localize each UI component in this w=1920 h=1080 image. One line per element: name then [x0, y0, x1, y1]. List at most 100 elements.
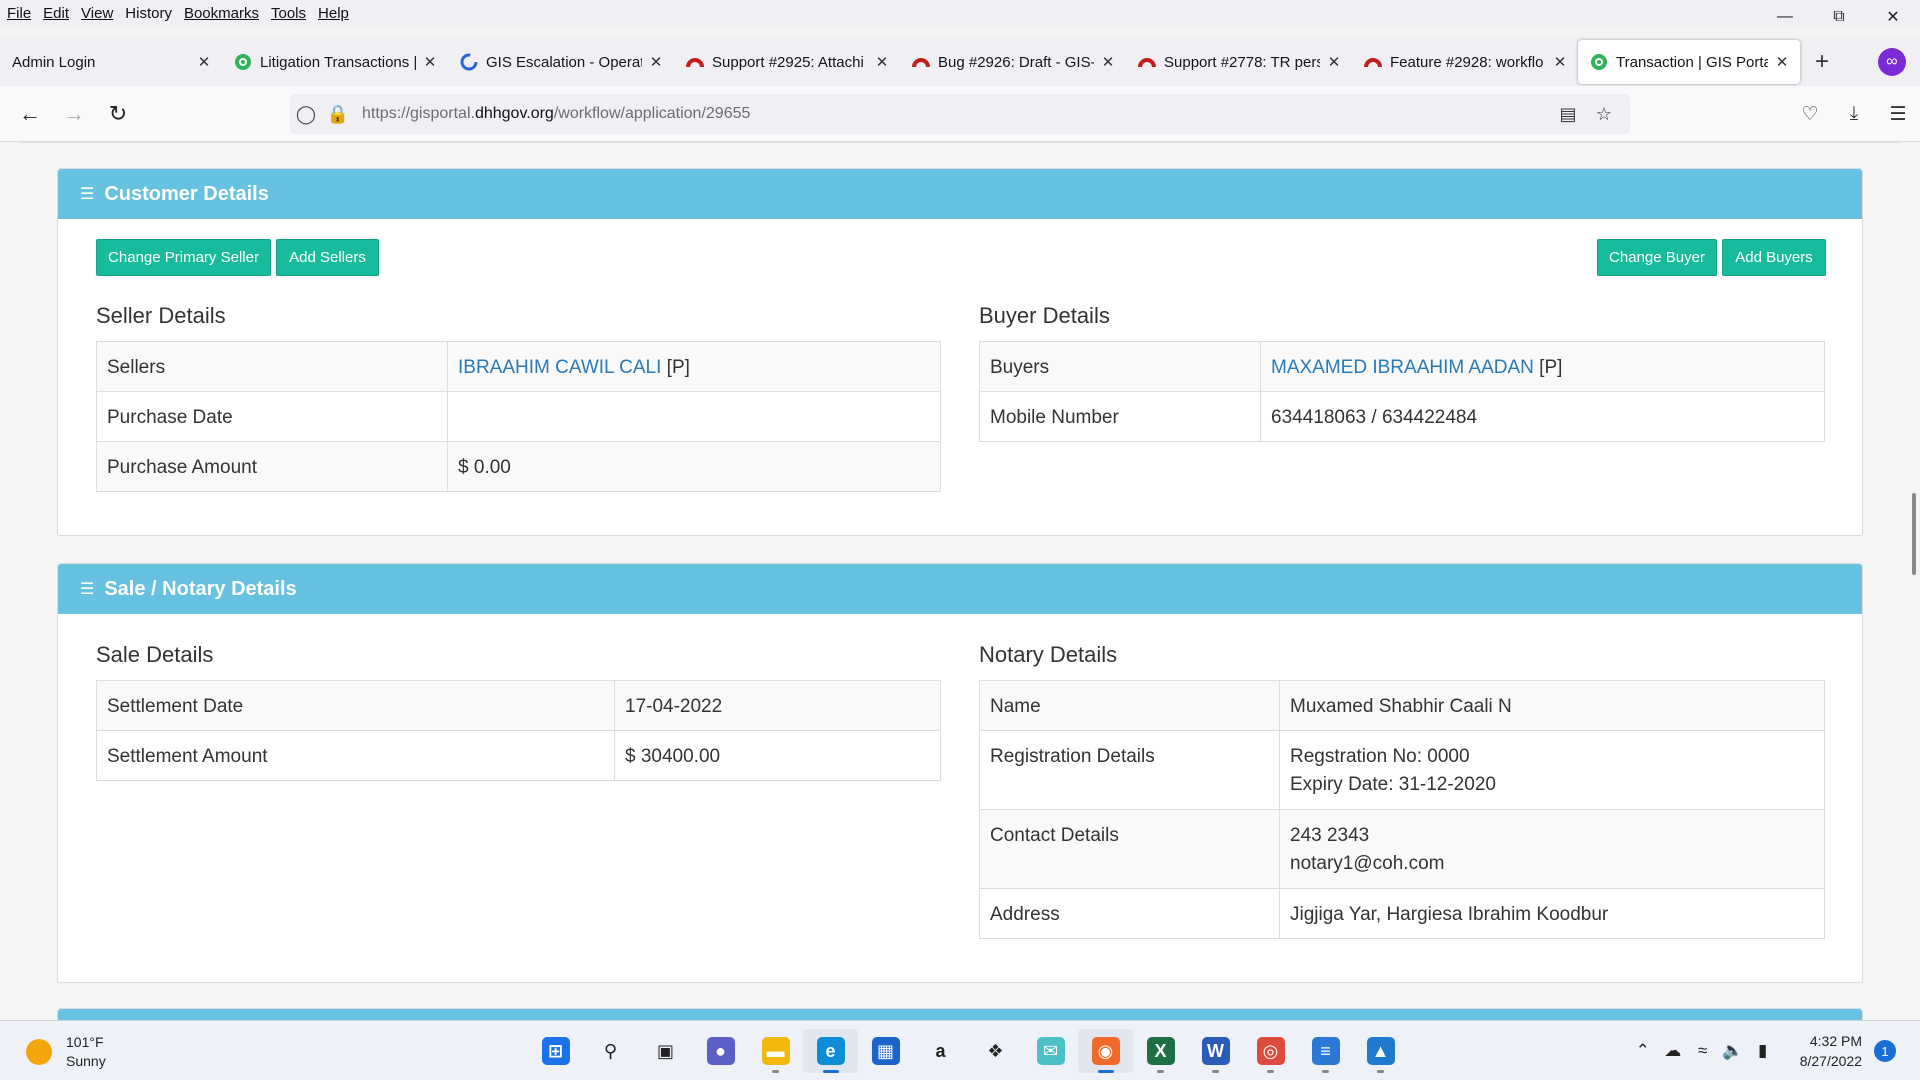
running-indicator: [822, 1070, 839, 1073]
close-tab-icon[interactable]: ✕: [194, 53, 214, 71]
taskbar-app-file-explorer[interactable]: ▬: [748, 1029, 803, 1073]
restore-icon[interactable]: ⧉: [1812, 0, 1866, 34]
add-buyers-button[interactable]: Add Buyers: [1722, 239, 1826, 276]
row-value: $ 0.00: [447, 441, 941, 492]
close-tab-icon[interactable]: ✕: [646, 53, 666, 71]
tab-litigation-transactions[interactable]: Litigation Transactions | ✕: [222, 40, 448, 84]
row-value: 243 2343 notary1@coh.com: [1279, 809, 1825, 889]
weather-widget[interactable]: 101°F Sunny: [26, 1033, 106, 1071]
table-row: Settlement Date 17-04-2022: [96, 680, 941, 731]
taskbar-app-dropbox[interactable]: ❖: [968, 1029, 1023, 1073]
seller-details-title: Seller Details: [96, 303, 226, 328]
lock-icon[interactable]: 🔒: [322, 104, 354, 125]
forward-icon[interactable]: →: [52, 94, 96, 134]
reader-view-icon[interactable]: ▤: [1550, 104, 1586, 125]
close-tab-icon[interactable]: ✕: [1772, 53, 1792, 71]
close-tab-icon[interactable]: ✕: [872, 53, 892, 71]
tab-support-2778[interactable]: Support #2778: TR pers ✕: [1126, 40, 1352, 84]
taskbar-app-search[interactable]: ⚲: [583, 1029, 638, 1073]
battery-icon[interactable]: ▮: [1748, 1041, 1778, 1061]
menu-edit[interactable]: Edit: [37, 5, 75, 22]
taskbar-app-task-view[interactable]: ▣: [638, 1029, 693, 1073]
minimize-icon[interactable]: —: [1758, 0, 1812, 34]
add-sellers-button[interactable]: Add Sellers: [276, 239, 379, 276]
tab-label: Litigation Transactions |: [260, 53, 416, 71]
change-buyer-button[interactable]: Change Buyer: [1597, 239, 1717, 276]
menu-tools[interactable]: Tools: [265, 5, 312, 22]
shield-icon[interactable]: ◯: [290, 104, 322, 125]
close-tab-icon[interactable]: ✕: [1098, 53, 1118, 71]
table-row: Mobile Number 634418063 / 634422484: [979, 391, 1825, 442]
table-row: Contact Details 243 2343 notary1@coh.com: [979, 809, 1825, 889]
panel-title: Sale / Notary Details: [104, 577, 297, 600]
scrollbar-thumb[interactable]: [1912, 493, 1916, 575]
tab-gis-escalation[interactable]: GIS Escalation - Operat ✕: [448, 40, 674, 84]
redmine-icon: [912, 58, 930, 68]
download-icon[interactable]: ⤓: [1832, 94, 1876, 134]
tab-admin-login[interactable]: Admin Login ✕: [0, 40, 222, 84]
notification-badge[interactable]: 1: [1874, 1040, 1896, 1062]
close-tab-icon[interactable]: ✕: [1324, 53, 1344, 71]
row-value: [447, 391, 941, 442]
url-bar[interactable]: ◯ 🔒 https://gisportal.dhhgov.org/workflo…: [290, 94, 1630, 134]
buyer-link[interactable]: MAXAMED IBRAAHIM AADAN: [1271, 357, 1534, 378]
hamburger-menu-icon[interactable]: ☰: [1876, 94, 1920, 134]
pocket-icon[interactable]: ♡: [1788, 94, 1832, 134]
onedrive-cloud-icon[interactable]: ☁: [1658, 1041, 1688, 1061]
taskbar-app-photos[interactable]: ▲: [1353, 1029, 1408, 1073]
close-tab-icon[interactable]: ✕: [1550, 53, 1570, 71]
tab-bug-2926[interactable]: Bug #2926: Draft - GIS- ✕: [900, 40, 1126, 84]
taskbar-app-store[interactable]: ▦: [858, 1029, 913, 1073]
tab-feature-2928[interactable]: Feature #2928: workflo ✕: [1352, 40, 1578, 84]
row-value: $ 30400.00: [614, 730, 941, 781]
start-icon: ⊞: [541, 1037, 570, 1065]
taskbar-app-firefox[interactable]: ◉: [1078, 1029, 1133, 1073]
notepad-icon: ≡: [1311, 1037, 1340, 1065]
close-tab-icon[interactable]: ✕: [420, 53, 440, 71]
taskbar-app-chrome[interactable]: ◎: [1243, 1029, 1298, 1073]
taskbar-apps: ⊞ ⚲ ▣ ● ▬ e ▦ a ❖ ✉ ◉ X W ◎ ≡ ▲: [528, 1029, 1408, 1073]
customer-details-header: ☰ Customer Details: [58, 169, 1862, 219]
taskbar-app-amazon[interactable]: a: [913, 1029, 968, 1073]
taskbar-app-teams-chat[interactable]: ●: [693, 1029, 748, 1073]
tab-label: GIS Escalation - Operat: [486, 53, 642, 71]
back-icon[interactable]: ←: [8, 94, 52, 134]
system-tray: ⌃ ☁ ≈ 🔈 ▮ 4:32 PM 8/27/2022 1: [1628, 1029, 1896, 1073]
gis-globe-icon: [235, 54, 251, 70]
menu-help[interactable]: Help: [312, 5, 355, 22]
menu-view[interactable]: View: [75, 5, 119, 22]
menu-bookmarks[interactable]: Bookmarks: [178, 5, 265, 22]
chevron-up-icon[interactable]: ⌃: [1628, 1041, 1658, 1061]
bookmark-star-icon[interactable]: ☆: [1586, 104, 1622, 125]
taskbar-app-word[interactable]: W: [1188, 1029, 1243, 1073]
window-controls: — ⧉ ✕: [1758, 0, 1920, 34]
redmine-icon: [1138, 58, 1156, 68]
taskbar-app-excel[interactable]: X: [1133, 1029, 1188, 1073]
page-scrollbar[interactable]: [1904, 142, 1920, 1020]
tab-transaction-gis-portal[interactable]: Transaction | GIS Portal ✕: [1578, 40, 1800, 84]
new-tab-icon[interactable]: +: [1800, 48, 1844, 76]
running-indicator: [1322, 1070, 1329, 1073]
taskbar-app-notepad[interactable]: ≡: [1298, 1029, 1353, 1073]
teams-chat-icon: ●: [706, 1037, 735, 1065]
extension-icon[interactable]: ∞: [1878, 48, 1906, 76]
taskbar-app-edge[interactable]: e: [803, 1029, 858, 1073]
tab-support-2925[interactable]: Support #2925: Attachi ✕: [674, 40, 900, 84]
taskbar-app-messenger[interactable]: ✉: [1023, 1029, 1078, 1073]
buyer-details-title: Buyer Details: [979, 303, 1110, 328]
sale-details-table: Settlement Date 17-04-2022 Settlement Am…: [96, 680, 941, 781]
menu-history[interactable]: History: [119, 5, 178, 22]
edge-icon: e: [816, 1037, 845, 1065]
seller-link[interactable]: IBRAAHIM CAWIL CALI: [458, 357, 661, 378]
url-text[interactable]: https://gisportal.dhhgov.org/workflow/ap…: [362, 105, 750, 123]
reload-icon[interactable]: ↻: [96, 94, 140, 134]
wifi-icon[interactable]: ≈: [1688, 1041, 1718, 1061]
close-window-icon[interactable]: ✕: [1866, 0, 1920, 34]
row-value: Jigjiga Yar, Hargiesa Ibrahim Koodbur: [1279, 888, 1825, 939]
taskbar-app-start[interactable]: ⊞: [528, 1029, 583, 1073]
menu-file[interactable]: File: [0, 5, 37, 22]
clock[interactable]: 4:32 PM 8/27/2022: [1800, 1031, 1862, 1071]
volume-icon[interactable]: 🔈: [1718, 1041, 1748, 1061]
change-primary-seller-button[interactable]: Change Primary Seller: [96, 239, 271, 276]
row-label: Contact Details: [979, 809, 1280, 889]
